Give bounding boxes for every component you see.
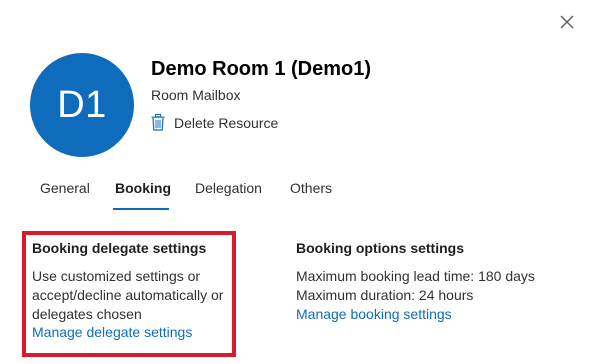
highlight-box: [22, 231, 236, 357]
trash-icon: [151, 114, 165, 131]
delete-resource-button[interactable]: Delete Resource: [151, 114, 278, 131]
booking-options-heading: Booking options settings: [296, 240, 464, 256]
mailbox-type: Room Mailbox: [151, 87, 241, 103]
avatar-initials: D1: [57, 83, 107, 126]
avatar: D1: [30, 53, 134, 157]
delete-resource-label: Delete Resource: [174, 114, 279, 131]
close-icon: [560, 15, 574, 29]
close-button[interactable]: [556, 11, 578, 33]
active-tab-indicator: [113, 208, 169, 210]
max-duration-text: Maximum duration: 24 hours: [296, 287, 474, 303]
page-title: Demo Room 1 (Demo1): [151, 58, 372, 80]
tab-general[interactable]: General: [40, 180, 90, 196]
max-lead-time-text: Maximum booking lead time: 180 days: [296, 268, 535, 284]
tab-booking[interactable]: Booking: [115, 180, 171, 196]
tab-delegation[interactable]: Delegation: [195, 180, 262, 196]
manage-booking-settings-link[interactable]: Manage booking settings: [296, 306, 452, 322]
tab-others[interactable]: Others: [290, 180, 332, 196]
